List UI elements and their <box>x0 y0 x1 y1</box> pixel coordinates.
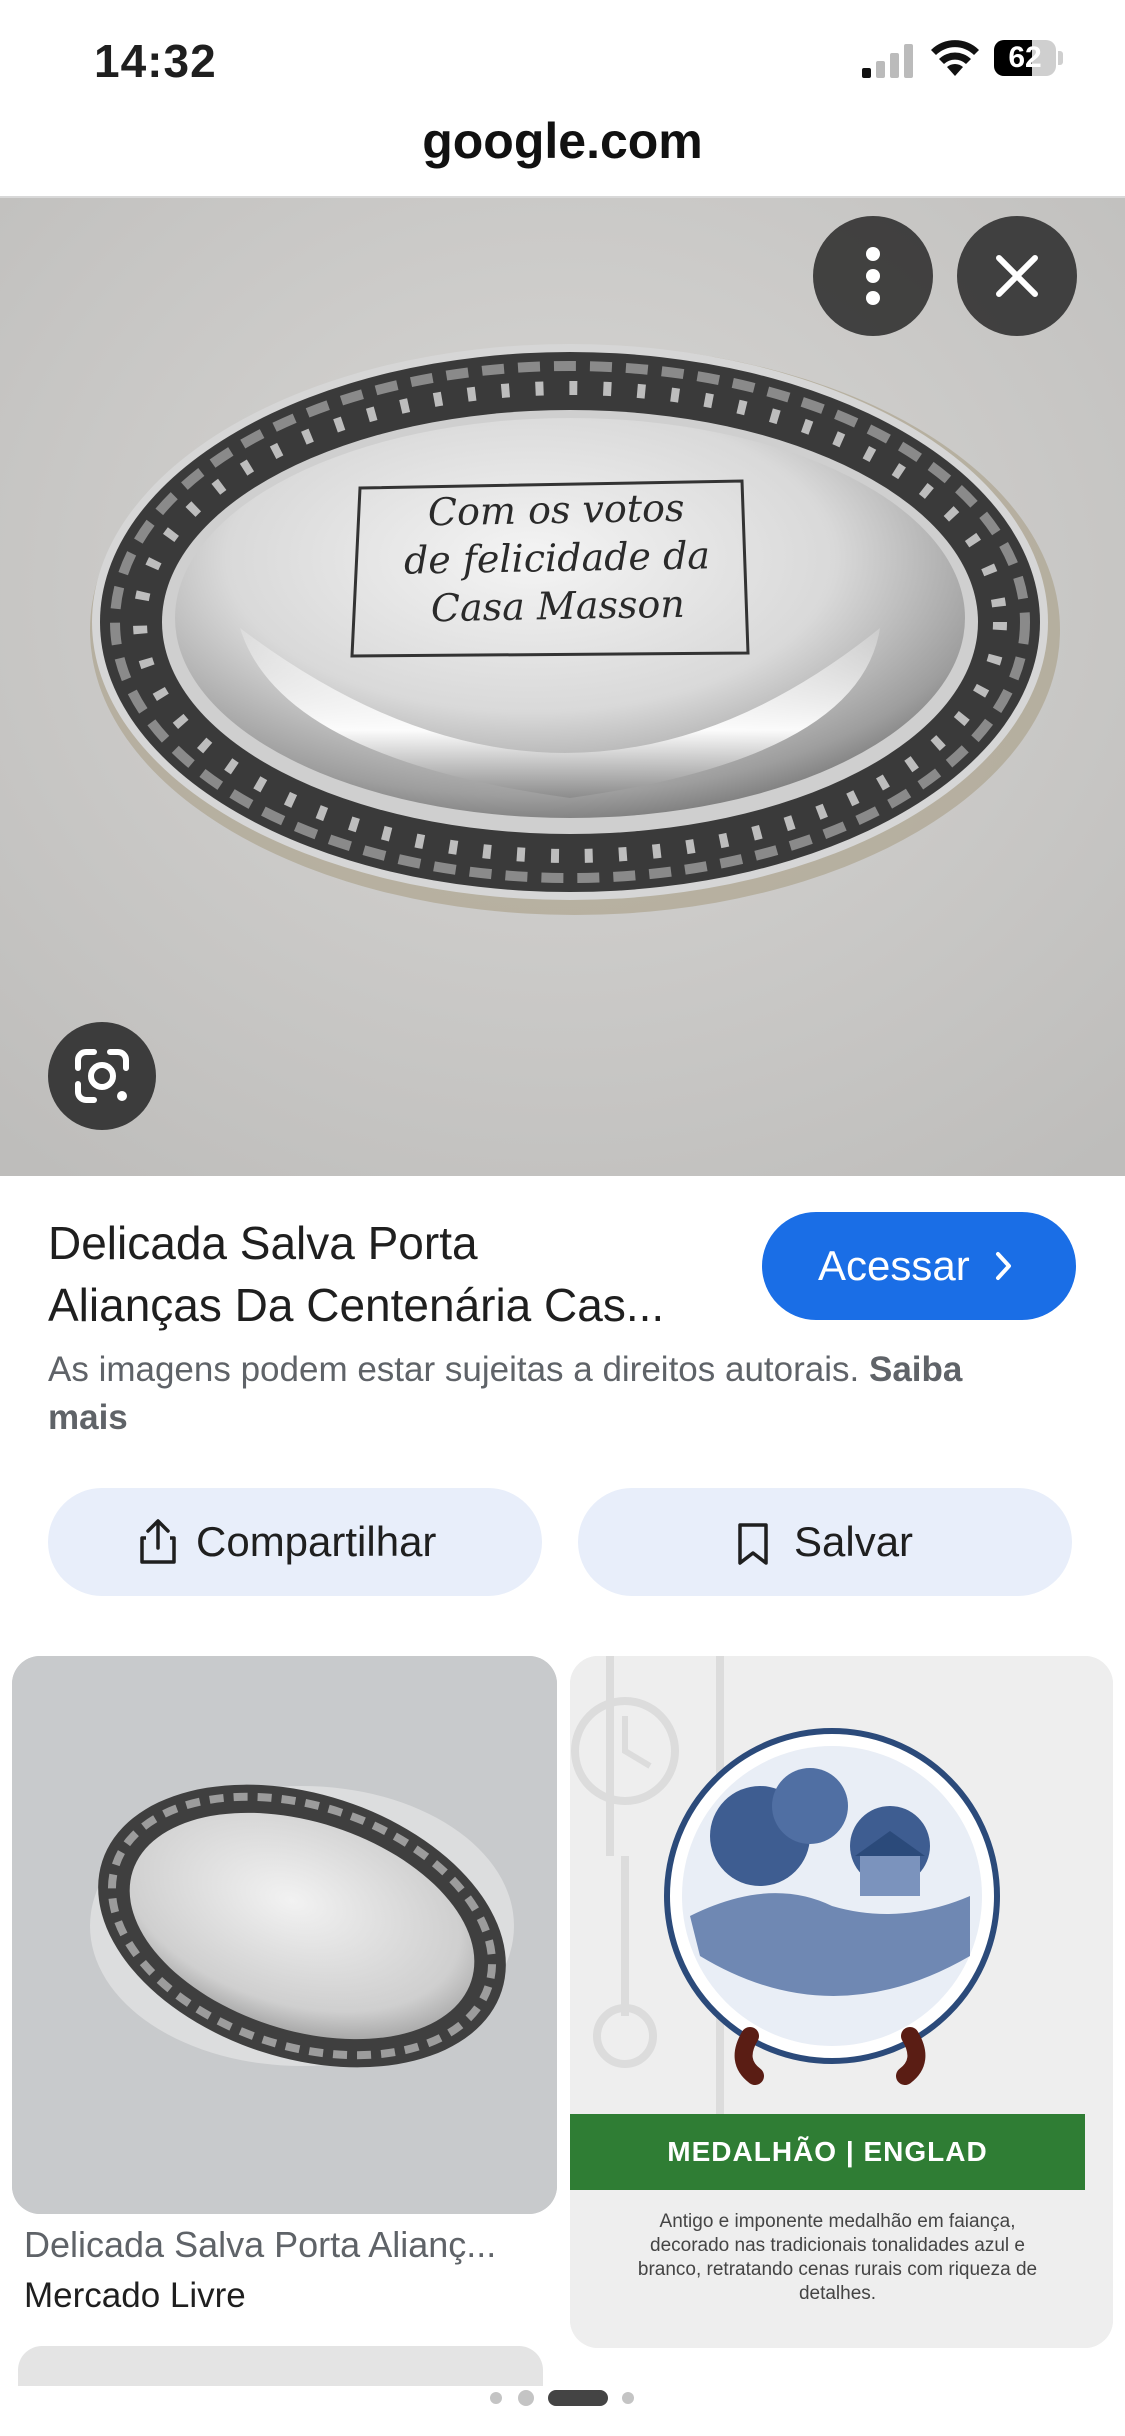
product-description: Antigo e imponente medalhão em faiança, … <box>637 2211 1038 2304</box>
result-title[interactable]: Delicada Salva Porta Alianças Da Centená… <box>48 1212 728 1336</box>
page-dot <box>622 2392 634 2404</box>
engraving-line: Com os votos <box>427 485 685 535</box>
preview-image[interactable]: Com os votos de felicidade da Casa Masso… <box>0 198 1125 1176</box>
visit-label: Acessar <box>818 1242 970 1289</box>
page-dot <box>490 2392 502 2404</box>
page-indicator <box>0 2388 1125 2408</box>
save-button[interactable]: Salvar <box>578 1488 1072 1596</box>
status-bar: 14:32 62 <box>0 0 1125 120</box>
engraving-line: Casa Masson <box>430 581 686 631</box>
battery-percent: 62 <box>1008 41 1042 74</box>
engraving-line: de felicidade da <box>403 533 711 583</box>
share-label: Compartilhar <box>196 1518 437 1565</box>
copyright-text: As imagens podem estar sujeitas a direit… <box>48 1350 860 1389</box>
wifi-icon <box>931 40 979 76</box>
cellular-signal-icon <box>862 44 913 78</box>
more-vert-icon <box>866 247 880 305</box>
bookmark-icon <box>738 1523 768 1565</box>
product-banner: MEDALHÃO | ENGLAD <box>570 2114 1085 2190</box>
chevron-right-icon <box>996 1252 1011 1280</box>
save-label: Salvar <box>794 1518 914 1565</box>
related-card-title[interactable]: Delicada Salva Porta Alianç... <box>24 2224 544 2266</box>
page-dot <box>518 2390 534 2406</box>
silver-tray-photo <box>0 198 1125 1176</box>
related-card-image[interactable]: MEDALHÃO | ENGLAD Antigo e imponente med… <box>570 1656 1113 2348</box>
share-icon <box>140 1519 176 1564</box>
clock: 14:32 <box>94 35 217 87</box>
silver-tray-thumbnail <box>12 1656 557 2214</box>
related-card-source: Mercado Livre <box>24 2276 246 2315</box>
share-button[interactable]: Compartilhar <box>48 1488 542 1596</box>
result-title-line: Alianças Da Centenária Cas... <box>48 1279 665 1331</box>
page-dot-active <box>548 2390 608 2406</box>
visit-button[interactable]: Acessar <box>762 1212 1076 1320</box>
result-title-line: Delicada Salva Porta <box>48 1217 478 1269</box>
copyright-notice: As imagens podem estar sujeitas a direit… <box>48 1346 1048 1442</box>
next-result-card[interactable] <box>18 2346 543 2386</box>
more-options-button[interactable] <box>813 216 933 336</box>
engraving-text: Com os votos de felicidade da Casa Masso… <box>371 483 743 633</box>
lens-search-button[interactable] <box>48 1022 156 1130</box>
close-icon <box>996 255 1038 297</box>
address-bar-url[interactable]: google.com <box>0 112 1125 170</box>
battery-indicator: 62 <box>994 40 1064 76</box>
close-button[interactable] <box>957 216 1077 336</box>
google-lens-icon <box>75 1049 129 1103</box>
related-card-image[interactable] <box>12 1656 557 2214</box>
